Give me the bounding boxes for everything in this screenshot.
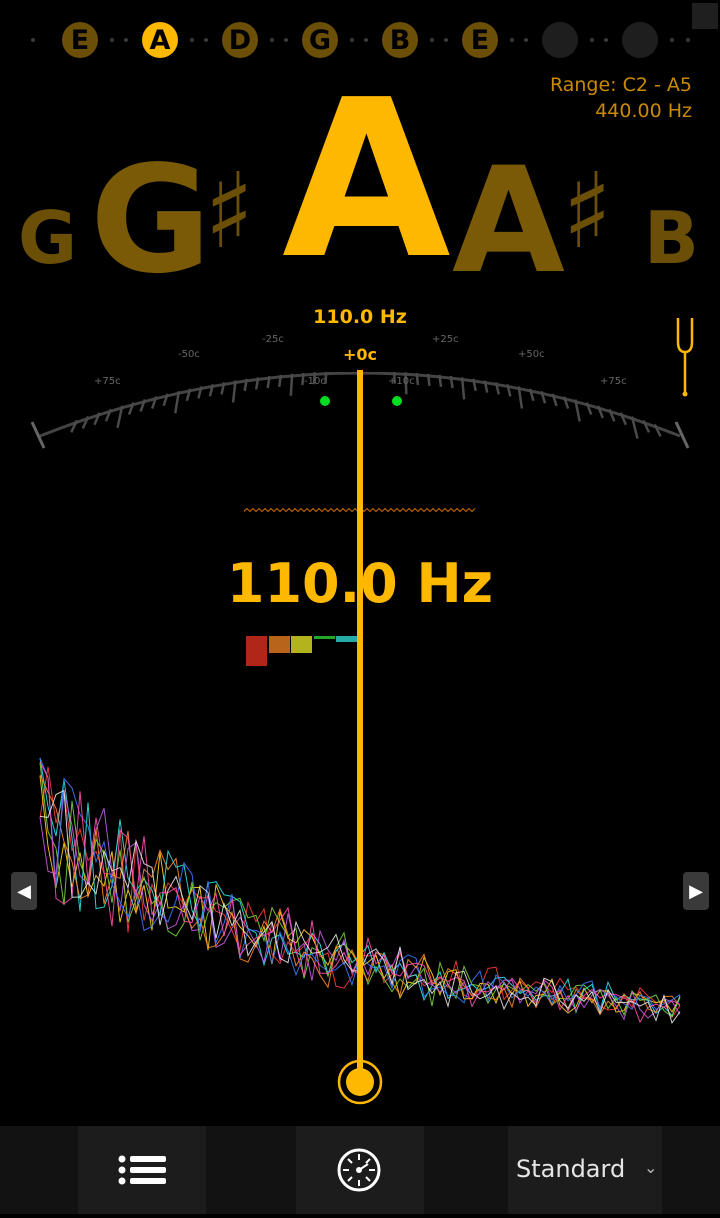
note-right: A [452,136,565,306]
note-far-left: G [18,196,78,280]
separator-dot [124,38,128,42]
toolbar-spacer [424,1126,508,1214]
meter-frequency: 110.0 Hz [313,306,407,328]
scale-label: +75c [600,376,627,387]
settings-button[interactable] [296,1126,424,1214]
scale-label: +75c [94,376,121,387]
string-button-8[interactable] [622,22,658,58]
separator-dot [350,38,354,42]
in-tune-indicator-left [320,396,330,406]
separator-dot [590,38,594,42]
scale-label: +10c [388,376,415,387]
range-info: Range: C2 - A5 440.00 Hz [550,72,692,124]
harmonic-bar [291,636,312,653]
separator-dot [430,38,434,42]
separator-dot [204,38,208,42]
separator-dot [670,38,674,42]
scale-label: +25c [432,334,459,345]
tuning-fork-icon[interactable] [672,316,698,400]
note-left: G [90,134,212,306]
list-icon [118,1155,166,1185]
separator-dot [524,38,528,42]
meter-tick [289,373,294,396]
separator-dot [364,38,368,42]
separator-dot [604,38,608,42]
note-current: A [282,54,451,307]
reference-frequency: 440.00 Hz [595,100,692,122]
in-tune-indicator-right [392,396,402,406]
separator-dot [444,38,448,42]
range-label: Range: C2 - A5 [549,74,692,96]
note-right-sharp: ♯ [562,150,613,272]
separator-dot [510,38,514,42]
note-far-right: B [644,196,699,280]
toolbar-spacer [206,1126,296,1214]
scale-label: -10c [304,376,326,387]
string-button-5[interactable]: B [382,22,418,58]
previous-button[interactable]: ◀ [11,872,37,910]
scale-label: -50c [178,349,200,360]
toolbar-spacer [0,1126,78,1214]
string-button-1[interactable]: E [62,22,98,58]
corner-button[interactable] [692,3,718,29]
preset-label: Standard [516,1155,626,1183]
string-button-2[interactable]: A [142,22,178,58]
note-left-sharp: ♯ [204,150,255,272]
harmonic-bar [268,636,290,653]
separator-dot [686,38,690,42]
separator-dot [284,38,288,42]
separator-dot [110,38,114,42]
separator-dot [270,38,274,42]
tuning-needle [337,370,383,1105]
harmonic-bar [246,636,267,666]
meter-tick [415,372,420,386]
settings-dial-icon [337,1148,381,1192]
string-button-3[interactable]: D [222,22,258,58]
scale-label: +50c [518,349,545,360]
next-button[interactable]: ▶ [683,872,709,910]
scale-label: -25c [262,334,284,345]
cents-offset: +0c [315,340,405,372]
string-button-4[interactable]: G [302,22,338,58]
chevron-down-icon: ⌄ [644,1158,658,1177]
meter-tick [278,374,283,388]
meter-tick [438,374,443,388]
string-button-6[interactable]: E [462,22,498,58]
meter-tick [426,373,431,386]
string-button-7[interactable] [542,22,578,58]
toolbar-spacer [662,1126,720,1214]
list-button[interactable] [78,1126,206,1214]
separator-dot [190,38,194,42]
separator-dot [31,38,35,42]
